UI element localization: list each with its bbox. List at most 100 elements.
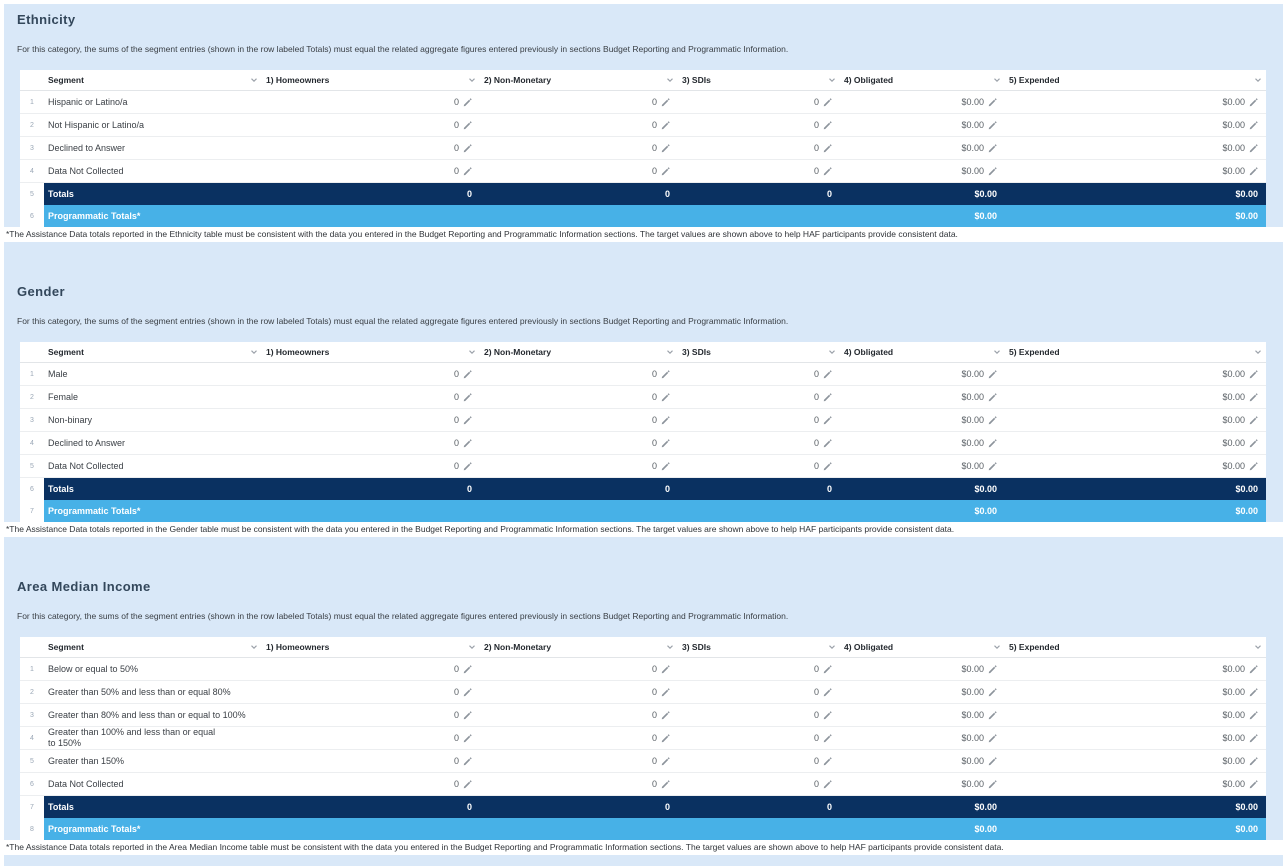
pencil-icon[interactable] (661, 733, 670, 743)
chevron-down-icon[interactable] (1253, 347, 1263, 357)
cell-homeowners[interactable]: 0 (262, 91, 480, 113)
pencil-icon[interactable] (661, 143, 670, 153)
cell-obligated[interactable]: $0.00 (840, 91, 1005, 113)
pencil-icon[interactable] (823, 369, 832, 379)
chevron-down-icon[interactable] (992, 75, 1002, 85)
cell-obligated[interactable]: $0.00 (840, 114, 1005, 136)
pencil-icon[interactable] (1249, 779, 1258, 789)
pencil-icon[interactable] (661, 97, 670, 107)
pencil-icon[interactable] (823, 415, 832, 425)
cell-obligated[interactable]: $0.00 (840, 137, 1005, 159)
cell-homeowners[interactable]: 0 (262, 363, 480, 385)
pencil-icon[interactable] (1249, 664, 1258, 674)
cell-sdis[interactable]: 0 (678, 455, 840, 477)
pencil-icon[interactable] (823, 97, 832, 107)
cell-homeowners[interactable]: 0 (262, 773, 480, 795)
pencil-icon[interactable] (661, 166, 670, 176)
cell-expended[interactable]: $0.00 (1005, 114, 1266, 136)
cell-obligated[interactable]: $0.00 (840, 681, 1005, 703)
pencil-icon[interactable] (988, 710, 997, 720)
cell-obligated[interactable]: $0.00 (840, 409, 1005, 431)
cell-sdis[interactable]: 0 (678, 773, 840, 795)
pencil-icon[interactable] (463, 733, 472, 743)
chevron-down-icon[interactable] (992, 642, 1002, 652)
cell-homeowners[interactable]: 0 (262, 658, 480, 680)
pencil-icon[interactable] (661, 461, 670, 471)
pencil-icon[interactable] (1249, 143, 1258, 153)
pencil-icon[interactable] (463, 756, 472, 766)
cell-homeowners[interactable]: 0 (262, 704, 480, 726)
cell-obligated[interactable]: $0.00 (840, 773, 1005, 795)
pencil-icon[interactable] (463, 664, 472, 674)
pencil-icon[interactable] (988, 664, 997, 674)
cell-expended[interactable]: $0.00 (1005, 681, 1266, 703)
cell-sdis[interactable]: 0 (678, 681, 840, 703)
pencil-icon[interactable] (823, 438, 832, 448)
cell-expended[interactable]: $0.00 (1005, 432, 1266, 454)
pencil-icon[interactable] (823, 664, 832, 674)
cell-non-monetary[interactable]: 0 (480, 432, 678, 454)
cell-obligated[interactable]: $0.00 (840, 658, 1005, 680)
pencil-icon[interactable] (988, 166, 997, 176)
chevron-down-icon[interactable] (467, 642, 477, 652)
cell-homeowners[interactable]: 0 (262, 409, 480, 431)
pencil-icon[interactable] (661, 392, 670, 402)
cell-homeowners[interactable]: 0 (262, 114, 480, 136)
cell-obligated[interactable]: $0.00 (840, 432, 1005, 454)
cell-sdis[interactable]: 0 (678, 160, 840, 182)
cell-non-monetary[interactable]: 0 (480, 750, 678, 772)
chevron-down-icon[interactable] (665, 347, 675, 357)
pencil-icon[interactable] (1249, 415, 1258, 425)
pencil-icon[interactable] (1249, 392, 1258, 402)
cell-non-monetary[interactable]: 0 (480, 409, 678, 431)
cell-expended[interactable]: $0.00 (1005, 363, 1266, 385)
pencil-icon[interactable] (988, 779, 997, 789)
pencil-icon[interactable] (661, 120, 670, 130)
cell-non-monetary[interactable]: 0 (480, 91, 678, 113)
pencil-icon[interactable] (1249, 710, 1258, 720)
cell-sdis[interactable]: 0 (678, 727, 840, 749)
pencil-icon[interactable] (463, 97, 472, 107)
cell-obligated[interactable]: $0.00 (840, 455, 1005, 477)
pencil-icon[interactable] (463, 710, 472, 720)
pencil-icon[interactable] (463, 438, 472, 448)
cell-expended[interactable]: $0.00 (1005, 704, 1266, 726)
cell-expended[interactable]: $0.00 (1005, 160, 1266, 182)
cell-expended[interactable]: $0.00 (1005, 91, 1266, 113)
pencil-icon[interactable] (823, 392, 832, 402)
pencil-icon[interactable] (463, 461, 472, 471)
cell-sdis[interactable]: 0 (678, 386, 840, 408)
cell-sdis[interactable]: 0 (678, 137, 840, 159)
cell-sdis[interactable]: 0 (678, 750, 840, 772)
chevron-down-icon[interactable] (467, 75, 477, 85)
chevron-down-icon[interactable] (992, 347, 1002, 357)
cell-expended[interactable]: $0.00 (1005, 137, 1266, 159)
cell-non-monetary[interactable]: 0 (480, 773, 678, 795)
chevron-down-icon[interactable] (467, 347, 477, 357)
cell-sdis[interactable]: 0 (678, 658, 840, 680)
cell-non-monetary[interactable]: 0 (480, 727, 678, 749)
pencil-icon[interactable] (823, 756, 832, 766)
pencil-icon[interactable] (463, 779, 472, 789)
cell-non-monetary[interactable]: 0 (480, 160, 678, 182)
cell-obligated[interactable]: $0.00 (840, 160, 1005, 182)
cell-homeowners[interactable]: 0 (262, 681, 480, 703)
cell-expended[interactable]: $0.00 (1005, 455, 1266, 477)
pencil-icon[interactable] (1249, 733, 1258, 743)
cell-non-monetary[interactable]: 0 (480, 455, 678, 477)
cell-non-monetary[interactable]: 0 (480, 386, 678, 408)
pencil-icon[interactable] (661, 415, 670, 425)
chevron-down-icon[interactable] (249, 347, 259, 357)
pencil-icon[interactable] (463, 143, 472, 153)
cell-non-monetary[interactable]: 0 (480, 704, 678, 726)
cell-expended[interactable]: $0.00 (1005, 750, 1266, 772)
cell-non-monetary[interactable]: 0 (480, 658, 678, 680)
cell-obligated[interactable]: $0.00 (840, 704, 1005, 726)
cell-expended[interactable]: $0.00 (1005, 658, 1266, 680)
pencil-icon[interactable] (1249, 120, 1258, 130)
pencil-icon[interactable] (463, 687, 472, 697)
pencil-icon[interactable] (823, 687, 832, 697)
pencil-icon[interactable] (988, 756, 997, 766)
pencil-icon[interactable] (1249, 687, 1258, 697)
cell-sdis[interactable]: 0 (678, 114, 840, 136)
